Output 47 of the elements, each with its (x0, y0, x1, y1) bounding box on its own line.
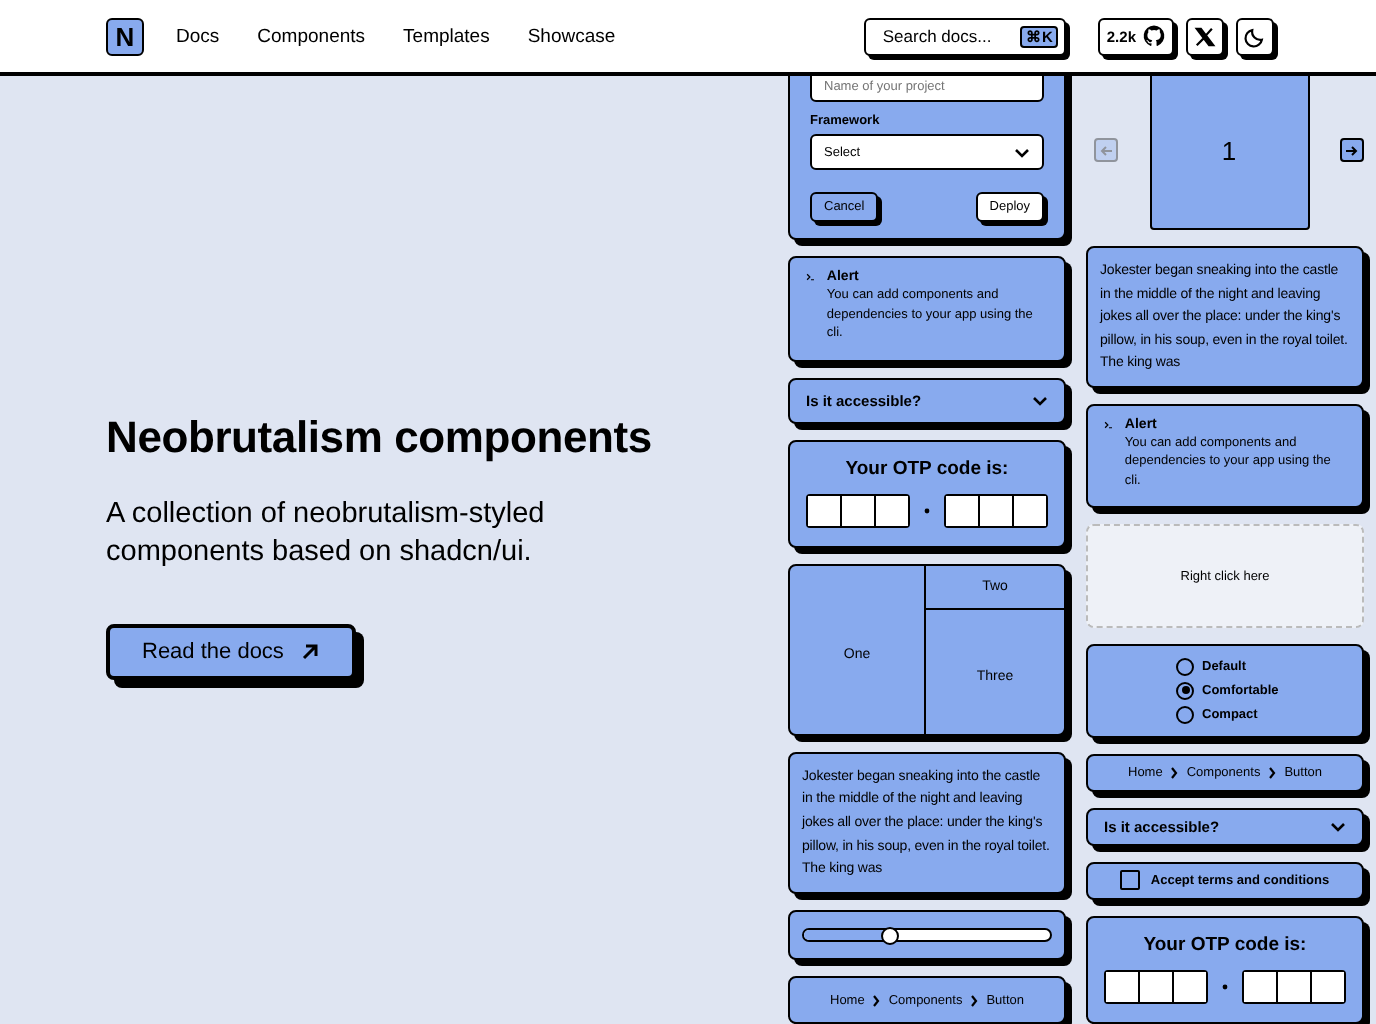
chevron-down-icon (1330, 821, 1346, 832)
otp-slot[interactable] (978, 496, 1012, 527)
hero-title: Neobrutalism components (106, 412, 654, 464)
nav-link[interactable]: Showcase (527, 25, 616, 47)
dot-icon (1222, 984, 1228, 990)
x-button[interactable] (1186, 17, 1224, 55)
search-placeholder: Search docs... (882, 26, 992, 46)
logo[interactable]: N (106, 17, 144, 55)
arrow-left-icon (1100, 145, 1112, 155)
chevron-right-icon (1268, 765, 1277, 780)
terminal-icon (806, 270, 815, 284)
chevron-right-icon (970, 993, 979, 1008)
otp-title: Your OTP code is: (845, 458, 1009, 481)
moon-icon (1244, 25, 1266, 47)
nav-link[interactable]: Docs (176, 25, 220, 47)
otp-slot[interactable] (808, 496, 840, 527)
otp-slot[interactable] (1138, 972, 1172, 1002)
otp-slot[interactable] (840, 496, 874, 527)
carousel-slide: 1 (1149, 76, 1309, 230)
radio-button[interactable] (1176, 705, 1194, 724)
otp-slot[interactable] (1276, 972, 1310, 1002)
slider-track[interactable] (802, 928, 1052, 943)
next-button[interactable] (1340, 138, 1364, 162)
otp-slot[interactable] (946, 496, 978, 527)
github-icon (1142, 24, 1166, 48)
dot-icon (924, 508, 930, 515)
nav-link[interactable]: Templates (403, 25, 490, 47)
theme-toggle-button[interactable] (1236, 17, 1274, 55)
chevron-right-icon (1170, 765, 1179, 780)
radio-button[interactable] (1176, 657, 1194, 676)
chevron-down-icon (1014, 147, 1030, 157)
checkbox[interactable] (1120, 870, 1141, 891)
chevron-right-icon (872, 993, 881, 1008)
otp-slot[interactable] (1310, 972, 1344, 1002)
slider-thumb[interactable] (881, 926, 900, 945)
hero-subtitle: A collection of neobrutalism-styled components based on shadcn/ui. (106, 496, 547, 572)
arrow-up-right-icon (299, 642, 320, 662)
otp-slot[interactable] (1172, 972, 1206, 1002)
arrow-right-icon (1346, 145, 1358, 155)
radio-button[interactable] (1176, 681, 1194, 700)
otp-slot[interactable] (1012, 496, 1046, 527)
nav-link[interactable]: Components (257, 25, 366, 47)
terminal-icon (1104, 417, 1113, 432)
otp-slot[interactable] (874, 496, 908, 527)
chevron-down-icon (1032, 395, 1048, 406)
otp-title: Your OTP code is: (1143, 934, 1307, 956)
x-logo-icon (1194, 25, 1216, 47)
